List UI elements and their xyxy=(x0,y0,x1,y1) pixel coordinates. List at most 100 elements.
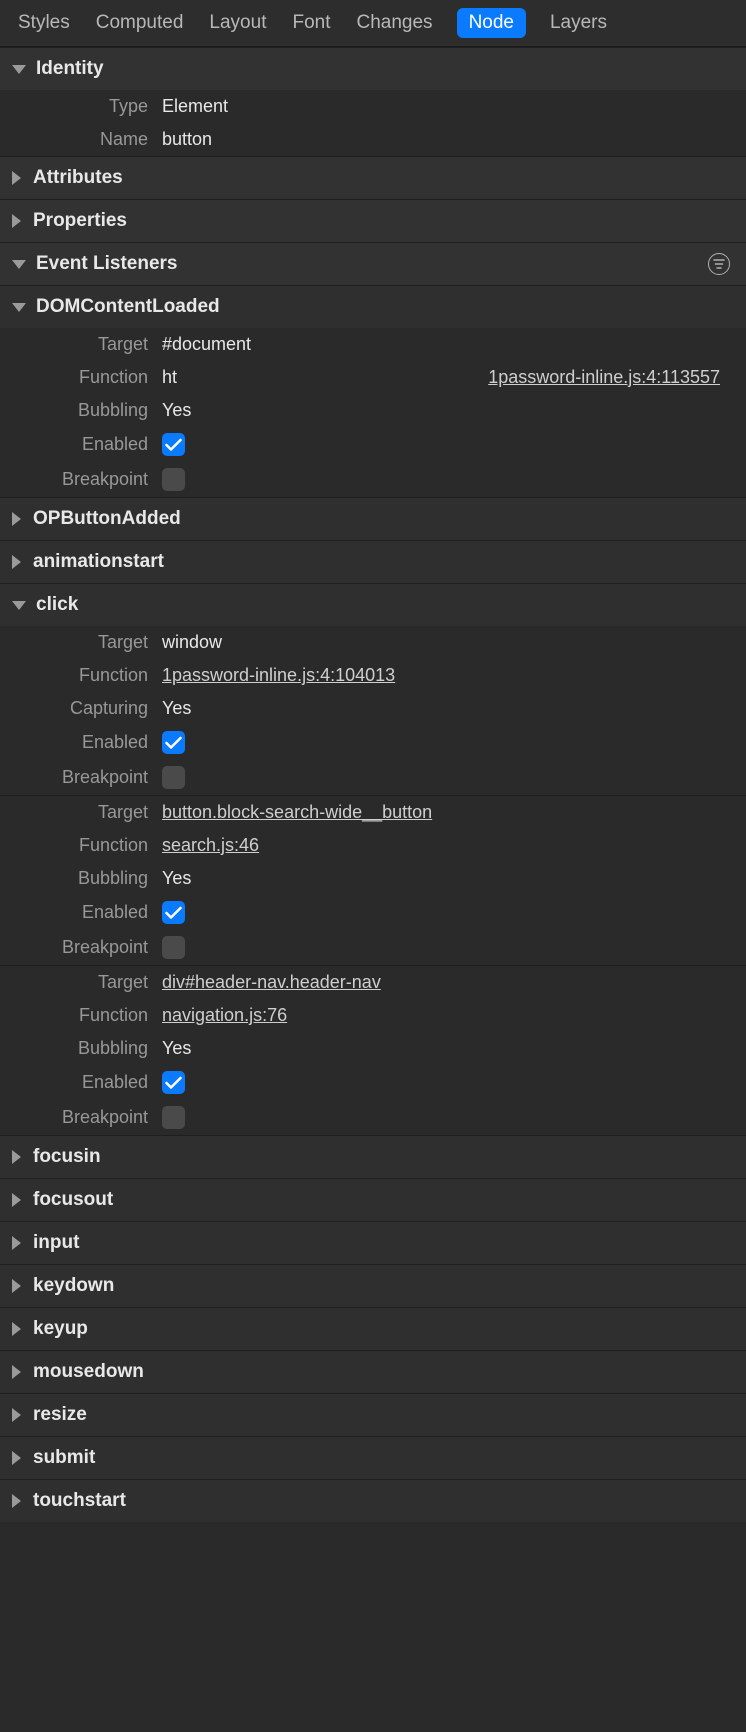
tabs-bar: Styles Computed Layout Font Changes Node… xyxy=(0,0,746,47)
listener-touchstart[interactable]: touchstart xyxy=(0,1479,746,1522)
kv-value: Yes xyxy=(162,1038,191,1059)
listener-bubbling-row: Bubbling Yes xyxy=(0,1032,746,1065)
identity-name-row: Name button xyxy=(0,123,746,156)
listener-target-row: Target #document xyxy=(0,328,746,361)
section-title: Event Listeners xyxy=(36,253,708,275)
listener-bubbling-row: Bubbling Yes xyxy=(0,394,746,427)
enabled-checkbox[interactable] xyxy=(162,433,185,456)
listener-enabled-row: Enabled xyxy=(0,725,746,760)
chevron-down-icon xyxy=(12,303,26,312)
kv-label: Target xyxy=(0,972,162,993)
listener-breakpoint-row: Breakpoint xyxy=(0,462,746,497)
kv-label: Target xyxy=(0,802,162,823)
listener-function-row: Function navigation.js:76 xyxy=(0,999,746,1032)
kv-label: Bubbling xyxy=(0,868,162,889)
chevron-right-icon xyxy=(12,171,21,185)
tab-changes[interactable]: Changes xyxy=(355,8,435,38)
listener-animationstart[interactable]: animationstart xyxy=(0,540,746,583)
section-title: Attributes xyxy=(33,167,734,189)
section-event-listeners[interactable]: Event Listeners xyxy=(0,242,746,285)
listener-name: resize xyxy=(33,1404,734,1426)
tab-font[interactable]: Font xyxy=(290,8,332,38)
kv-label: Name xyxy=(0,129,162,150)
source-link[interactable]: 1password-inline.js:4:113557 xyxy=(488,367,720,388)
kv-label: Enabled xyxy=(0,434,162,455)
section-title: Identity xyxy=(36,58,734,80)
listener-submit[interactable]: submit xyxy=(0,1436,746,1479)
tab-styles[interactable]: Styles xyxy=(16,8,72,38)
listener-name: keyup xyxy=(33,1318,734,1340)
listener-click[interactable]: click xyxy=(0,583,746,626)
listener-name: OPButtonAdded xyxy=(33,508,734,530)
kv-label: Breakpoint xyxy=(0,1107,162,1128)
listener-name: click xyxy=(36,594,734,616)
listener-enabled-row: Enabled xyxy=(0,895,746,930)
kv-label: Function xyxy=(0,835,162,856)
listener-mousedown[interactable]: mousedown xyxy=(0,1350,746,1393)
kv-label: Function xyxy=(0,367,162,388)
kv-value: Yes xyxy=(162,400,191,421)
tab-layout[interactable]: Layout xyxy=(207,8,268,38)
listener-name: focusin xyxy=(33,1146,734,1168)
source-link[interactable]: search.js:46 xyxy=(162,835,259,856)
listener-bubbling-row: Bubbling Yes xyxy=(0,862,746,895)
listener-opbuttonadded[interactable]: OPButtonAdded xyxy=(0,497,746,540)
chevron-down-icon xyxy=(12,260,26,269)
enabled-checkbox[interactable] xyxy=(162,731,185,754)
listener-enabled-row: Enabled xyxy=(0,427,746,462)
listener-name: touchstart xyxy=(33,1490,734,1512)
tab-node[interactable]: Node xyxy=(457,8,526,38)
listener-target-row: Target window xyxy=(0,626,746,659)
listener-keydown[interactable]: keydown xyxy=(0,1264,746,1307)
kv-label: Enabled xyxy=(0,1072,162,1093)
kv-label: Breakpoint xyxy=(0,937,162,958)
section-attributes[interactable]: Attributes xyxy=(0,156,746,199)
breakpoint-checkbox[interactable] xyxy=(162,1106,185,1129)
section-title: Properties xyxy=(33,210,734,232)
listener-focusin[interactable]: focusin xyxy=(0,1135,746,1178)
listener-capturing-row: Capturing Yes xyxy=(0,692,746,725)
kv-label: Breakpoint xyxy=(0,767,162,788)
tab-layers[interactable]: Layers xyxy=(548,8,609,38)
kv-value: Yes xyxy=(162,698,191,719)
listener-name: DOMContentLoaded xyxy=(36,296,734,318)
section-properties[interactable]: Properties xyxy=(0,199,746,242)
filter-icon[interactable] xyxy=(708,253,730,275)
target-link[interactable]: div#header-nav.header-nav xyxy=(162,972,381,993)
listener-resize[interactable]: resize xyxy=(0,1393,746,1436)
tab-computed[interactable]: Computed xyxy=(94,8,186,38)
target-link[interactable]: button.block-search-wide__button xyxy=(162,802,432,823)
kv-value: #document xyxy=(162,334,251,355)
chevron-right-icon xyxy=(12,1408,21,1422)
kv-value: window xyxy=(162,632,222,653)
listener-breakpoint-row: Breakpoint xyxy=(0,760,746,795)
kv-label: Target xyxy=(0,632,162,653)
breakpoint-checkbox[interactable] xyxy=(162,936,185,959)
enabled-checkbox[interactable] xyxy=(162,901,185,924)
listener-function-row: Function search.js:46 xyxy=(0,829,746,862)
listener-name: submit xyxy=(33,1447,734,1469)
kv-value: ht xyxy=(162,367,177,388)
breakpoint-checkbox[interactable] xyxy=(162,468,185,491)
chevron-right-icon xyxy=(12,555,21,569)
source-link[interactable]: 1password-inline.js:4:104013 xyxy=(162,665,395,686)
listener-breakpoint-row: Breakpoint xyxy=(0,1100,746,1135)
chevron-right-icon xyxy=(12,1322,21,1336)
listener-function-row: Function 1password-inline.js:4:104013 xyxy=(0,659,746,692)
kv-label: Bubbling xyxy=(0,1038,162,1059)
breakpoint-checkbox[interactable] xyxy=(162,766,185,789)
listener-name: keydown xyxy=(33,1275,734,1297)
listener-keyup[interactable]: keyup xyxy=(0,1307,746,1350)
listener-input[interactable]: input xyxy=(0,1221,746,1264)
listener-name: animationstart xyxy=(33,551,734,573)
enabled-checkbox[interactable] xyxy=(162,1071,185,1094)
kv-value: Element xyxy=(162,96,228,117)
listener-focusout[interactable]: focusout xyxy=(0,1178,746,1221)
kv-label: Function xyxy=(0,1005,162,1026)
listener-domcontentloaded[interactable]: DOMContentLoaded xyxy=(0,285,746,328)
kv-label: Target xyxy=(0,334,162,355)
section-identity[interactable]: Identity xyxy=(0,47,746,90)
identity-type-row: Type Element xyxy=(0,90,746,123)
source-link[interactable]: navigation.js:76 xyxy=(162,1005,287,1026)
kv-value: button xyxy=(162,129,212,150)
